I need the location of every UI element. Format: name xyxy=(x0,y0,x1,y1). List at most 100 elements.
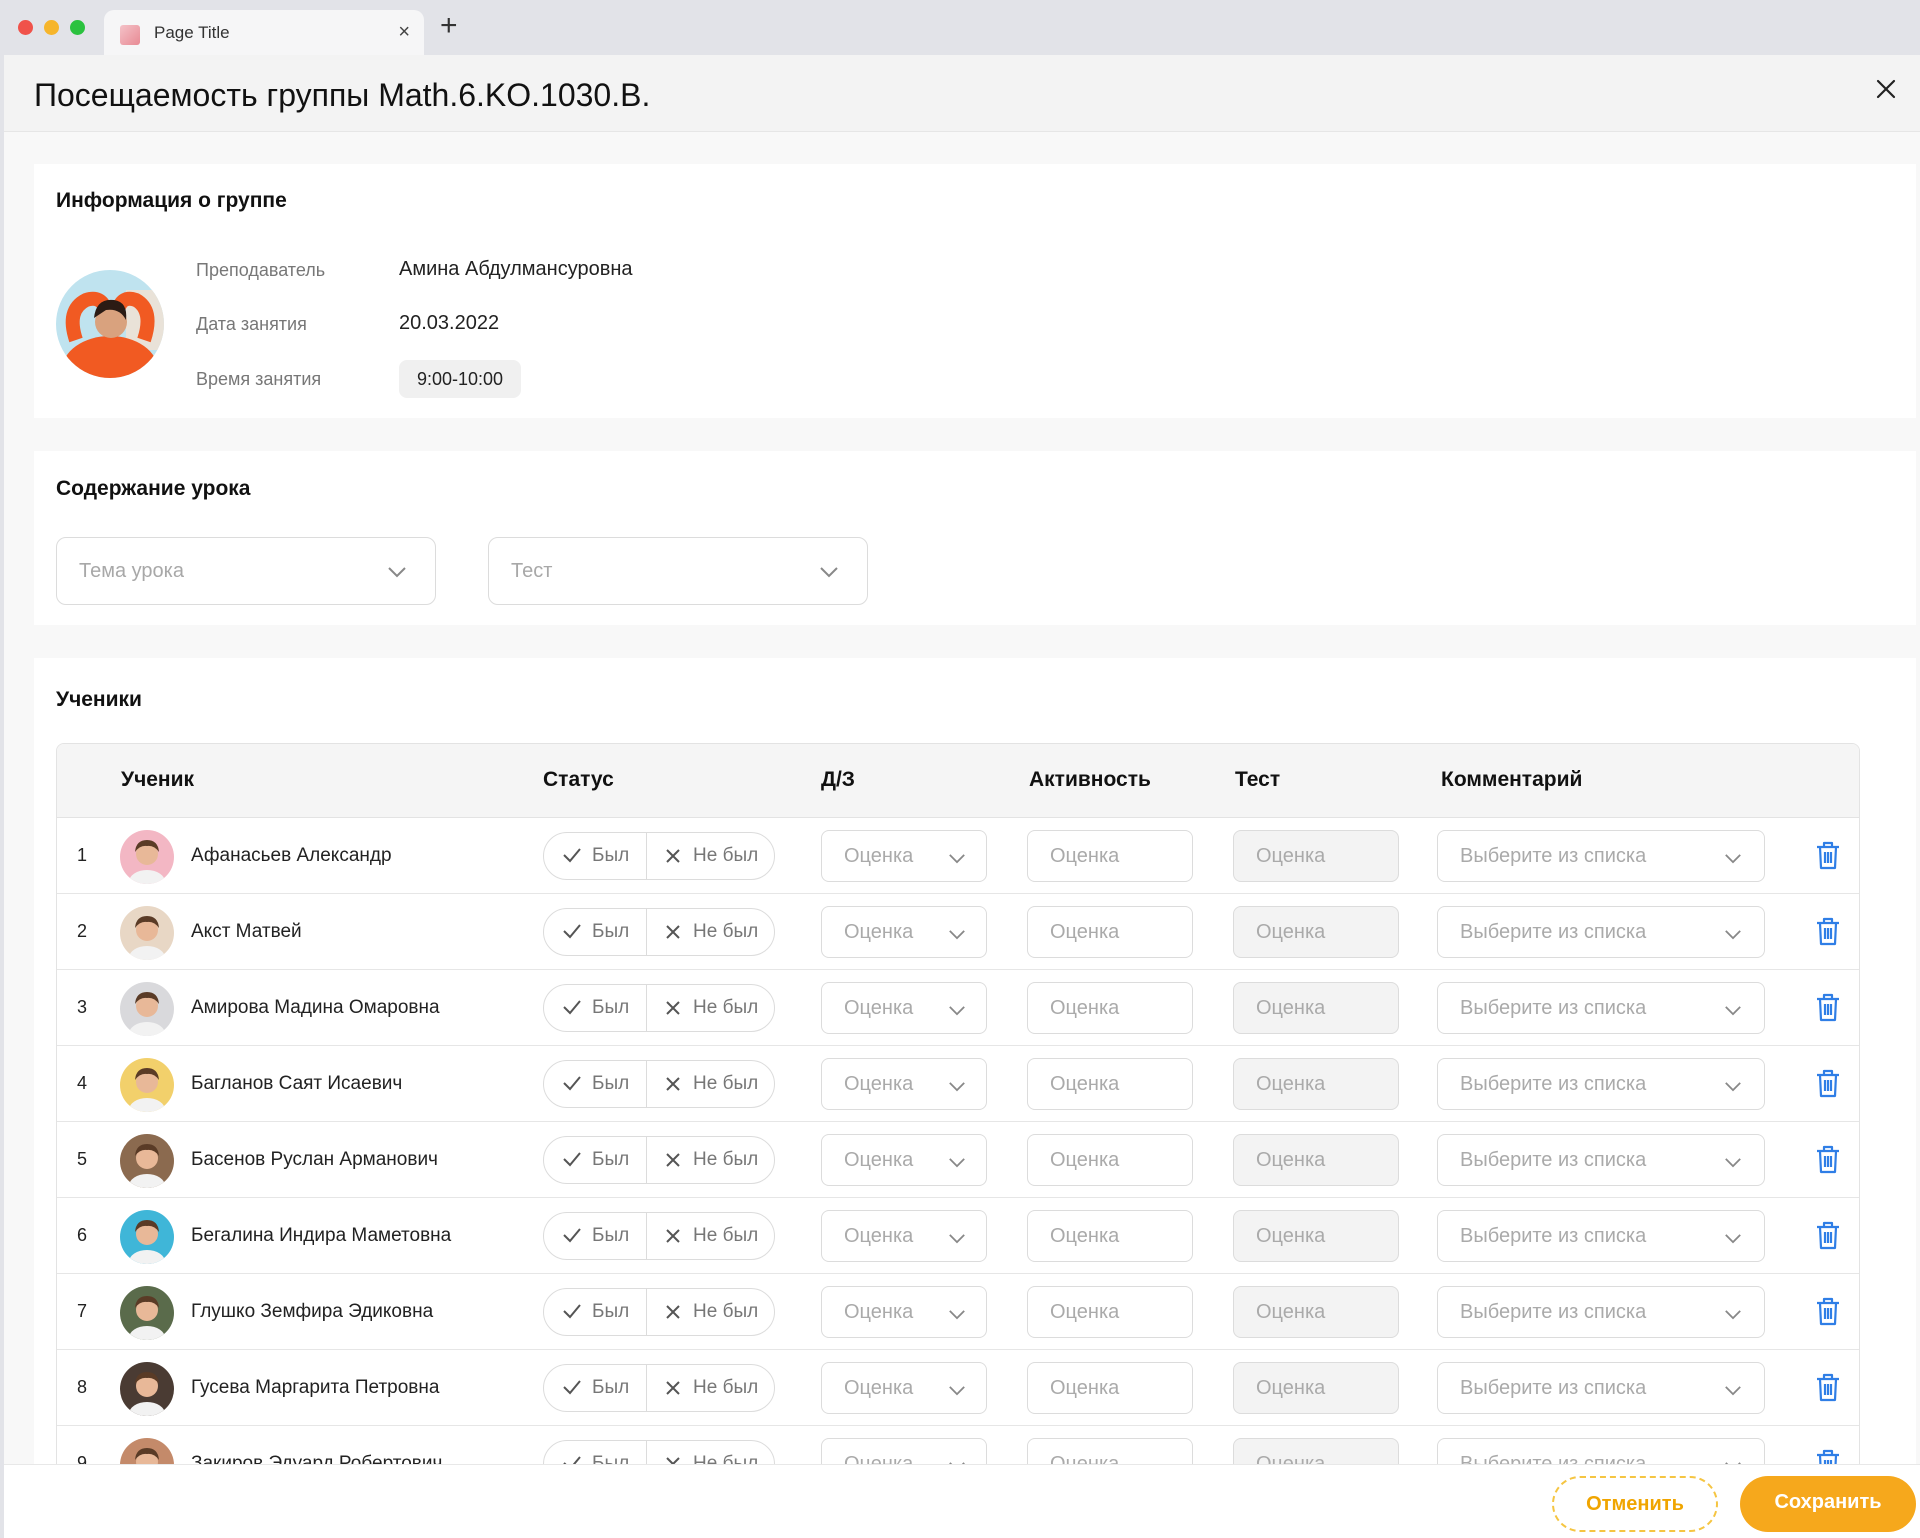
status-wasnt-label: Не был xyxy=(693,1225,759,1246)
status-was-button[interactable]: Был xyxy=(544,1213,646,1259)
comment-select[interactable]: Выберите из списка xyxy=(1437,830,1765,882)
test-grade-input[interactable]: Оценка xyxy=(1233,1058,1399,1110)
test-grade-input[interactable]: Оценка xyxy=(1233,982,1399,1034)
test-grade-input[interactable]: Оценка xyxy=(1233,1286,1399,1338)
test-grade-input[interactable]: Оценка xyxy=(1233,1362,1399,1414)
trash-icon[interactable] xyxy=(1815,1144,1841,1174)
trash-icon[interactable] xyxy=(1815,1372,1841,1402)
status-was-button[interactable]: Был xyxy=(544,1289,646,1335)
lesson-test-select[interactable]: Тест xyxy=(488,537,868,605)
homework-grade-placeholder: Оценка xyxy=(844,1073,914,1095)
lesson-topic-placeholder: Тема урока xyxy=(79,560,184,582)
window-minimize-dot[interactable] xyxy=(44,20,59,35)
status-was-button[interactable]: Был xyxy=(544,1061,646,1107)
comment-select[interactable]: Выберите из списка xyxy=(1437,982,1765,1034)
cancel-button[interactable]: Отменить xyxy=(1552,1476,1718,1532)
status-was-button[interactable]: Был xyxy=(544,833,646,879)
homework-grade-select[interactable]: Оценка xyxy=(821,906,987,958)
lesson-content-title: Содержание урока xyxy=(56,477,251,500)
student-avatar xyxy=(120,1210,174,1264)
comment-select[interactable]: Выберите из списка xyxy=(1437,1058,1765,1110)
status-wasnt-button[interactable]: Не был xyxy=(647,1137,775,1183)
trash-icon[interactable] xyxy=(1815,992,1841,1022)
comment-select[interactable]: Выберите из списка xyxy=(1437,906,1765,958)
test-grade-input[interactable]: Оценка xyxy=(1233,1210,1399,1262)
homework-grade-select[interactable]: Оценка xyxy=(821,1286,987,1338)
activity-grade-input[interactable]: Оценка xyxy=(1027,1134,1193,1186)
modal-footer: Отменить Сохранить xyxy=(4,1464,1920,1538)
save-button[interactable]: Сохранить xyxy=(1740,1476,1916,1532)
table-row: 2 Акст Матвей Был Не был Оценка Оценка Оценка В… xyxy=(57,894,1859,970)
status-was-button[interactable]: Был xyxy=(544,909,646,955)
status-was-label: Был xyxy=(592,845,630,866)
activity-grade-input[interactable]: Оценка xyxy=(1027,906,1193,958)
window-close-dot[interactable] xyxy=(18,20,33,35)
comment-select[interactable]: Выберите из списка xyxy=(1437,1362,1765,1414)
status-wasnt-label: Не был xyxy=(693,845,759,866)
student-name: Акст Матвей xyxy=(191,921,302,942)
chevron-down-icon xyxy=(949,1006,965,1016)
activity-grade-input[interactable]: Оценка xyxy=(1027,1286,1193,1338)
test-grade-input[interactable]: Оценка xyxy=(1233,906,1399,958)
student-name: Глушко Земфира Эдиковна xyxy=(191,1301,434,1322)
window-maximize-dot[interactable] xyxy=(70,20,85,35)
status-wasnt-button[interactable]: Не был xyxy=(647,833,775,879)
status-was-label: Был xyxy=(592,921,630,942)
col-test: Тест xyxy=(1235,768,1281,791)
status-toggle: Был Не был xyxy=(543,908,775,956)
close-icon[interactable] xyxy=(1874,77,1898,101)
test-grade-placeholder: Оценка xyxy=(1256,1149,1326,1171)
homework-grade-placeholder: Оценка xyxy=(844,1149,914,1171)
row-number: 8 xyxy=(77,1377,88,1397)
activity-grade-placeholder: Оценка xyxy=(1050,1073,1120,1095)
status-wasnt-button[interactable]: Не был xyxy=(647,1289,775,1335)
homework-grade-select[interactable]: Оценка xyxy=(821,1134,987,1186)
comment-select[interactable]: Выберите из списка xyxy=(1437,1134,1765,1186)
homework-grade-select[interactable]: Оценка xyxy=(821,830,987,882)
row-number: 4 xyxy=(77,1073,88,1093)
browser-tab[interactable]: Page Title × xyxy=(104,10,424,55)
comment-select[interactable]: Выберите из списка xyxy=(1437,1286,1765,1338)
activity-grade-input[interactable]: Оценка xyxy=(1027,1058,1193,1110)
table-row: 5 Басенов Руслан Арманович Был Не был Оценка… xyxy=(57,1122,1859,1198)
trash-icon[interactable] xyxy=(1815,916,1841,946)
col-activity: Активность xyxy=(1029,768,1151,791)
chevron-down-icon xyxy=(949,1386,965,1396)
chevron-down-icon xyxy=(949,1310,965,1320)
cross-icon xyxy=(666,1001,680,1015)
tab-close-icon[interactable]: × xyxy=(398,21,410,44)
activity-grade-input[interactable]: Оценка xyxy=(1027,1362,1193,1414)
lesson-test-placeholder: Тест xyxy=(511,560,553,582)
homework-grade-select[interactable]: Оценка xyxy=(821,1058,987,1110)
test-grade-input[interactable]: Оценка xyxy=(1233,1134,1399,1186)
status-wasnt-button[interactable]: Не был xyxy=(647,1061,775,1107)
status-toggle: Был Не был xyxy=(543,832,775,880)
comment-placeholder: Выберите из списка xyxy=(1460,1377,1647,1399)
status-wasnt-button[interactable]: Не был xyxy=(647,909,775,955)
trash-icon[interactable] xyxy=(1815,1068,1841,1098)
status-wasnt-button[interactable]: Не был xyxy=(647,1365,775,1411)
lesson-topic-select[interactable]: Тема урока xyxy=(56,537,436,605)
activity-grade-input[interactable]: Оценка xyxy=(1027,830,1193,882)
status-wasnt-button[interactable]: Не был xyxy=(647,1213,775,1259)
new-tab-icon[interactable]: + xyxy=(440,11,458,41)
status-wasnt-button[interactable]: Не был xyxy=(647,985,775,1031)
homework-grade-select[interactable]: Оценка xyxy=(821,1210,987,1262)
homework-grade-select[interactable]: Оценка xyxy=(821,1362,987,1414)
comment-select[interactable]: Выберите из списка xyxy=(1437,1210,1765,1262)
time-chip: 9:00-10:00 xyxy=(399,360,521,398)
status-was-button[interactable]: Был xyxy=(544,1137,646,1183)
test-grade-input[interactable]: Оценка xyxy=(1233,830,1399,882)
activity-grade-placeholder: Оценка xyxy=(1050,1149,1120,1171)
homework-grade-select[interactable]: Оценка xyxy=(821,982,987,1034)
status-was-button[interactable]: Был xyxy=(544,1365,646,1411)
trash-icon[interactable] xyxy=(1815,840,1841,870)
trash-icon[interactable] xyxy=(1815,1220,1841,1250)
activity-grade-input[interactable]: Оценка xyxy=(1027,1210,1193,1262)
row-number: 5 xyxy=(77,1149,88,1169)
activity-grade-placeholder: Оценка xyxy=(1050,1225,1120,1247)
trash-icon[interactable] xyxy=(1815,1296,1841,1326)
status-was-button[interactable]: Был xyxy=(544,985,646,1031)
activity-grade-input[interactable]: Оценка xyxy=(1027,982,1193,1034)
status-toggle: Был Не был xyxy=(543,1060,775,1108)
